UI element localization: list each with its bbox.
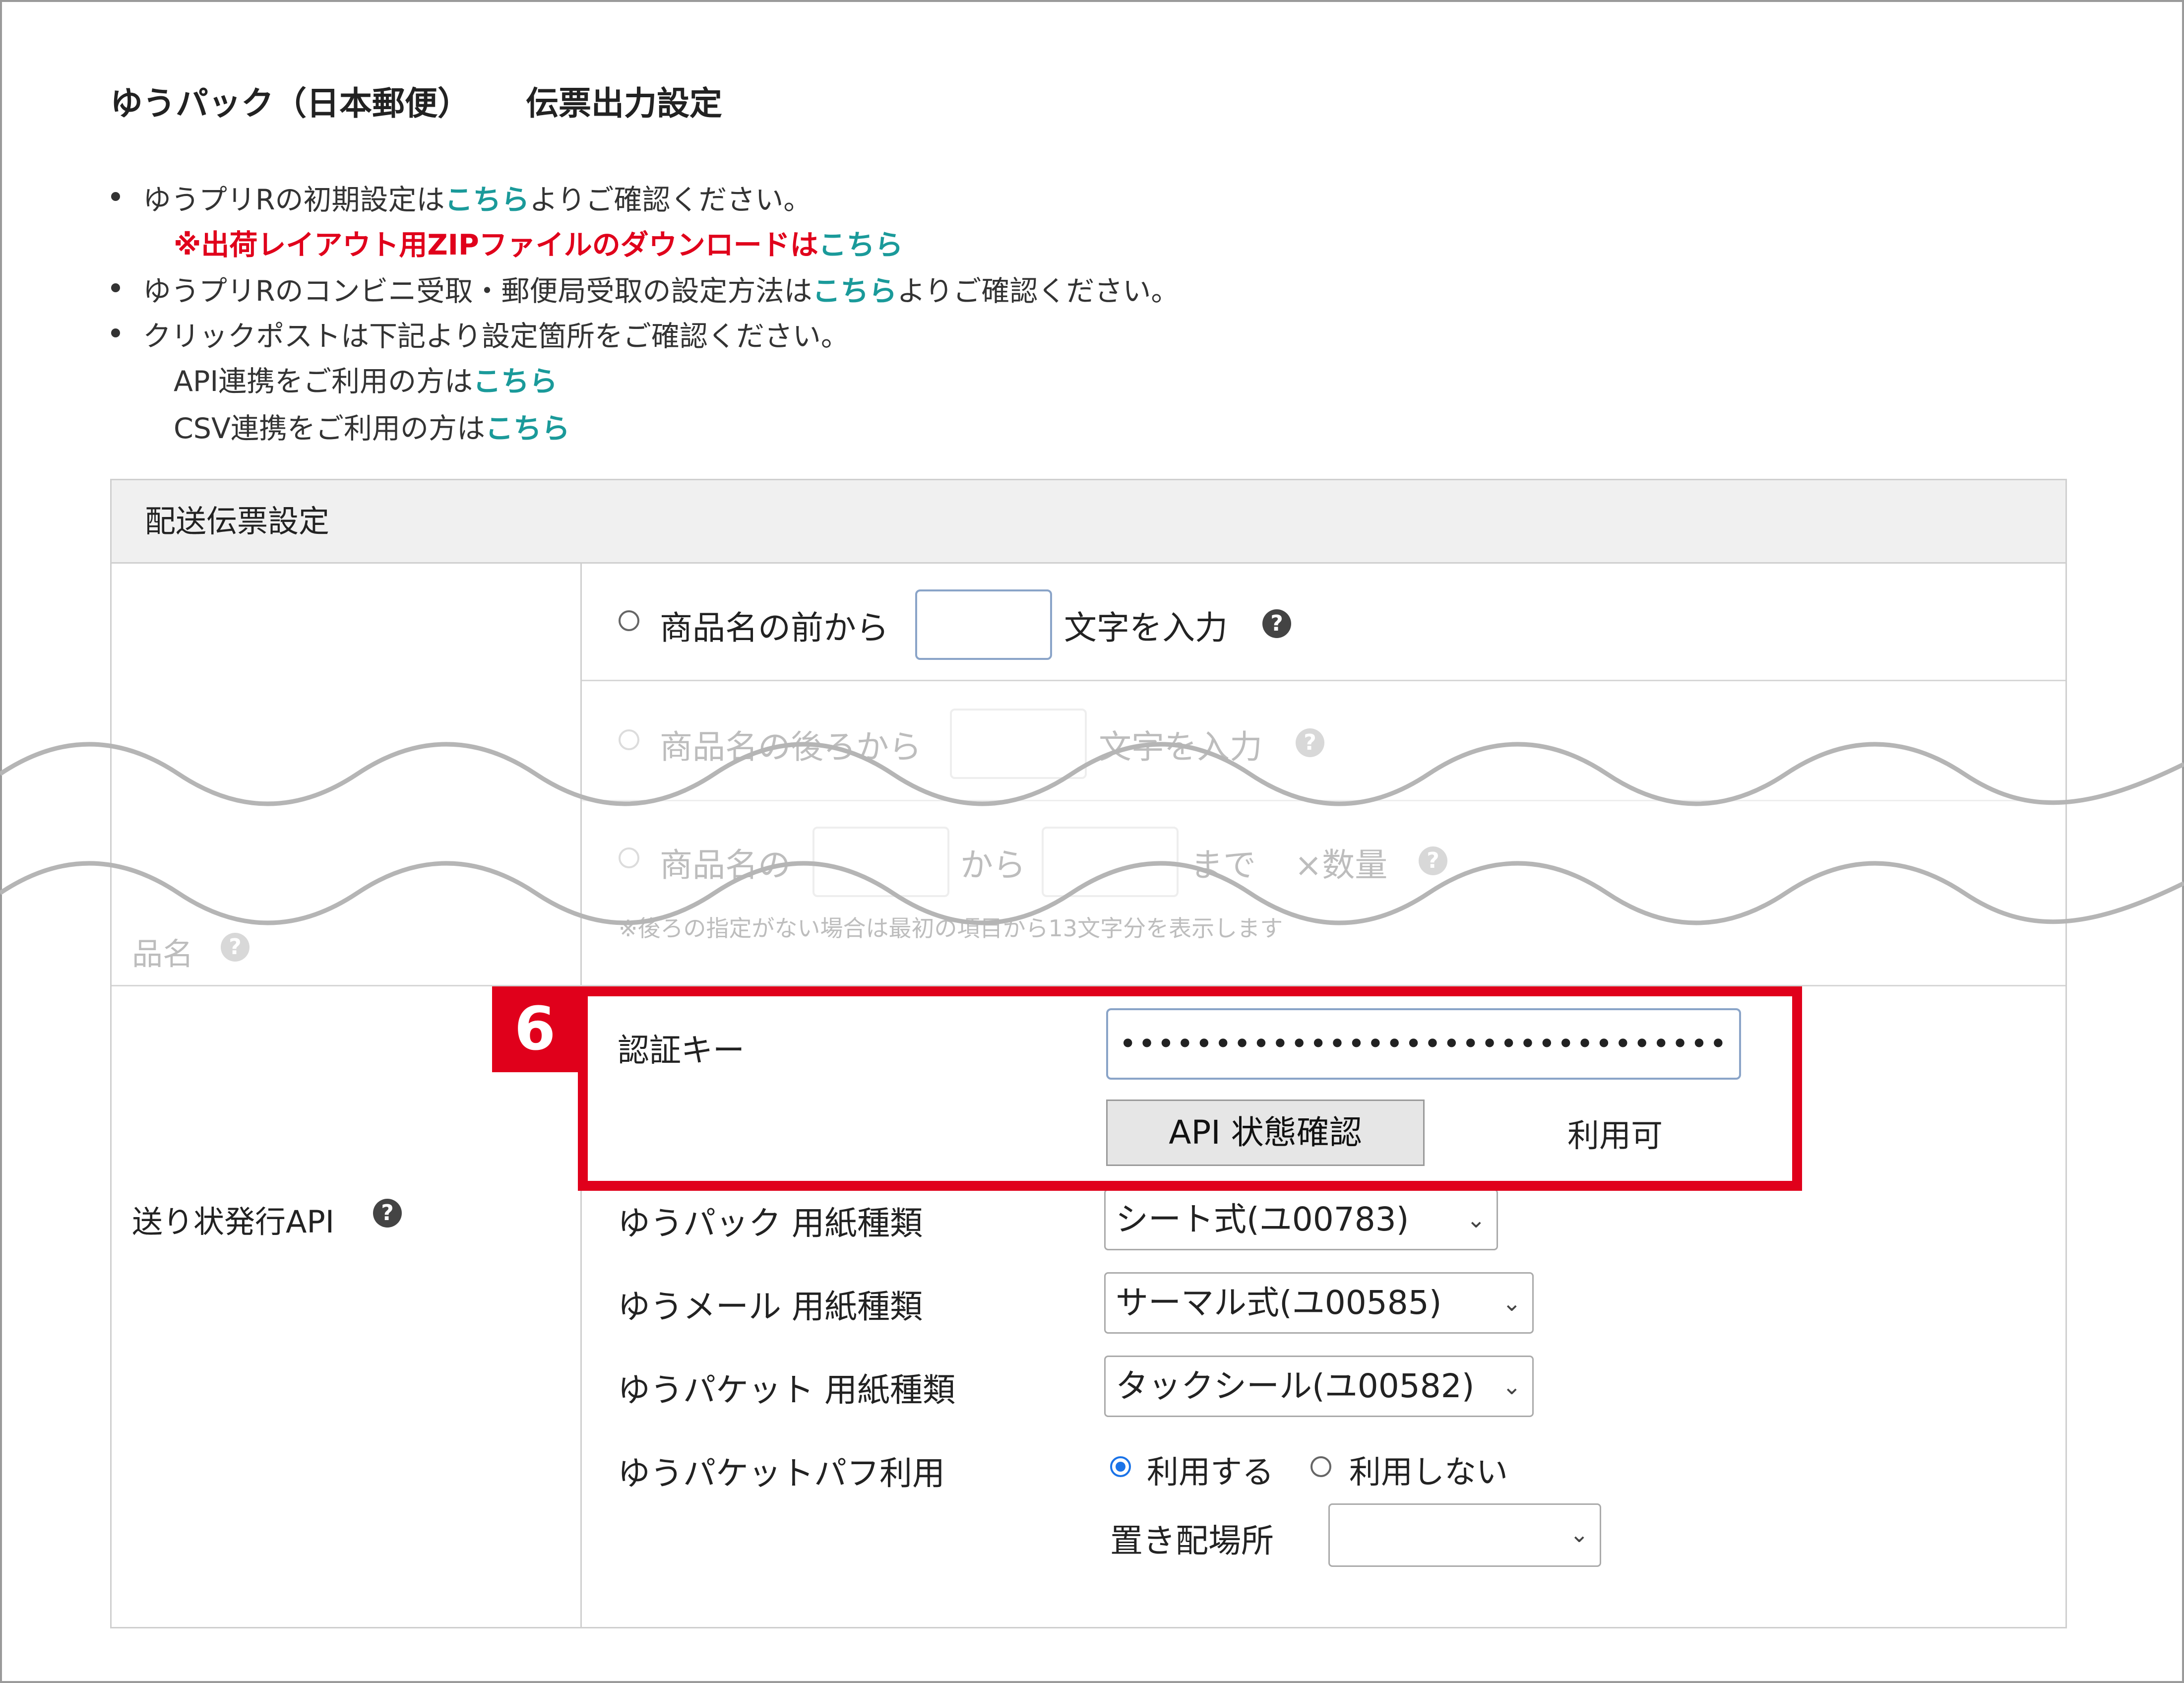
- puff-use-label: 利用する: [1147, 1454, 1274, 1491]
- chevron-down-icon: ⌄: [1502, 1373, 1521, 1400]
- chevron-down-icon: ⌄: [1569, 1521, 1589, 1548]
- yupacket-puff-label: ゆうパケットパフ利用: [618, 1454, 945, 1492]
- panel-header: [112, 480, 2065, 564]
- chevron-down-icon: ⌄: [1502, 1290, 1521, 1316]
- opt1-before-label: 商品名の前から: [660, 609, 889, 647]
- yupacket-paper-label: ゆうパケット 用紙種類: [618, 1371, 955, 1409]
- drop-location-label: 置き配場所: [1110, 1522, 1274, 1560]
- yupack-paper-select[interactable]: シート式(ユ00783) ⌄: [1104, 1189, 1498, 1250]
- chevron-down-icon: ⌄: [1466, 1206, 1486, 1233]
- front-char-count-input[interactable]: [915, 589, 1052, 660]
- puff-use-radio[interactable]: [1110, 1456, 1131, 1477]
- csv-clickpost-link[interactable]: こちら: [485, 412, 570, 445]
- row-divider: [582, 680, 2065, 681]
- zip-download-link[interactable]: こちら: [818, 229, 903, 261]
- note-line-1: ゆうプリRの初期設定はこちらよりご確認ください。: [143, 184, 812, 216]
- title-setting: 伝票出力設定: [526, 84, 722, 123]
- api-clickpost-link[interactable]: こちら: [473, 365, 558, 398]
- title-carrier: ゆうパック（日本郵便）: [110, 84, 470, 123]
- panel-header-title: 配送伝票設定: [145, 503, 330, 539]
- puff-nouse-radio[interactable]: [1310, 1456, 1331, 1477]
- page-title: ゆうパック（日本郵便） 伝票出力設定: [110, 77, 722, 125]
- note-line-6: CSV連携をご利用の方はこちら: [174, 412, 570, 445]
- step-number-badge: 6: [492, 986, 578, 1072]
- yupacket-paper-select[interactable]: タックシール(ユ00582) ⌄: [1104, 1356, 1534, 1417]
- bullet-icon: [111, 328, 120, 337]
- product-name-front-radio[interactable]: [619, 610, 639, 631]
- note-line-2: ※出荷レイアウト用ZIPファイルのダウンロードはこちら: [174, 229, 903, 261]
- highlight-box: [578, 986, 1802, 1191]
- bullet-icon: [111, 283, 120, 292]
- drop-location-select[interactable]: ⌄: [1328, 1503, 1601, 1567]
- opt1-after-label: 文字を入力: [1064, 609, 1228, 647]
- shipping-api-label: 送り状発行API: [132, 1204, 335, 1240]
- yupack-paper-label: ゆうパック 用紙種類: [618, 1204, 923, 1242]
- question-circle-icon[interactable]: ?: [373, 1199, 402, 1228]
- question-circle-icon[interactable]: ?: [1262, 609, 1291, 638]
- bullet-icon: [111, 192, 120, 201]
- yumail-paper-label: ゆうメール 用紙種類: [618, 1288, 923, 1326]
- puff-nouse-label: 利用しない: [1349, 1454, 1508, 1491]
- yumail-paper-select[interactable]: サーマル式(ユ00585) ⌄: [1104, 1272, 1534, 1334]
- note-line-5: API連携をご利用の方はこちら: [174, 365, 558, 398]
- note-line-4: クリックポストは下記より設定箇所をご確認ください。: [143, 320, 849, 353]
- initial-setting-link[interactable]: こちら: [444, 184, 529, 216]
- convenience-setting-link[interactable]: こちら: [812, 275, 897, 308]
- wave-cut-decoration: [0, 742, 2184, 925]
- note-line-3: ゆうプリRのコンビニ受取・郵便局受取の設定方法はこちらよりご確認ください。: [143, 275, 1180, 308]
